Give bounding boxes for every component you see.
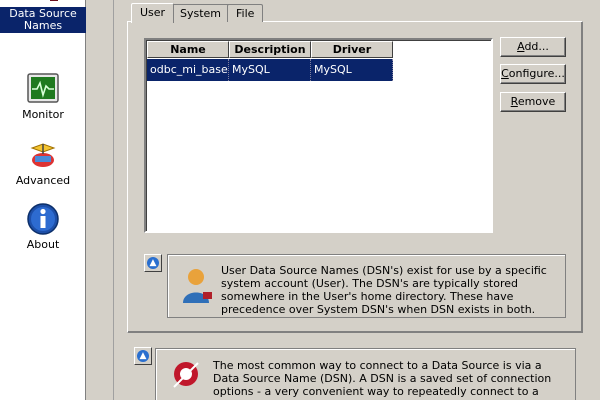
monitor-icon	[27, 73, 59, 103]
sidebar-item-label: About	[26, 238, 60, 251]
configure-mnemonic: C	[501, 67, 509, 80]
remove-mnemonic: R	[510, 95, 518, 108]
column-header-name[interactable]: Name	[147, 41, 229, 58]
cell-name: odbc_mi_base	[147, 59, 229, 81]
add-button[interactable]: Add...	[500, 37, 566, 57]
sidebar-item-about[interactable]: About	[0, 202, 86, 251]
plug-icon	[173, 362, 199, 388]
add-label: dd...	[524, 40, 549, 53]
column-header-description[interactable]: Description	[229, 41, 311, 58]
toggle-info-button[interactable]: ▲	[144, 254, 162, 272]
configure-label: onfigure...	[508, 67, 565, 80]
list-header: Name Description Driver	[147, 41, 393, 58]
toggle-general-info-button[interactable]: ▲	[134, 347, 152, 365]
cell-description: MySQL	[229, 59, 311, 81]
dsn-plug-icon	[50, 0, 58, 1]
sidebar-item-label: Advanced	[15, 174, 71, 187]
arrow-up-icon: ▲	[147, 257, 159, 269]
user-dsn-info-box: User Data Source Names (DSN's) exist for…	[167, 254, 566, 318]
general-info-text: The most common way to connect to a Data…	[213, 359, 552, 400]
sidebar: Data Source Names Monitor Advanced About	[0, 0, 86, 400]
cell-driver: MySQL	[311, 59, 393, 81]
tab-system[interactable]: System	[171, 4, 231, 22]
splitter[interactable]	[86, 0, 114, 400]
sidebar-item-label: Data Source Names	[0, 7, 86, 33]
sidebar-item-monitor[interactable]: Monitor	[0, 72, 86, 121]
configure-button[interactable]: Configure...	[500, 64, 566, 84]
sidebar-item-label: Monitor	[22, 108, 64, 121]
info-icon	[27, 203, 59, 235]
remove-label: emove	[517, 95, 556, 108]
arrow-up-icon: ▲	[137, 350, 149, 362]
general-info-box: The most common way to connect to a Data…	[155, 348, 576, 400]
list-item[interactable]: odbc_mi_base MySQL MySQL	[147, 59, 393, 81]
user-dsn-info-text: User Data Source Names (DSN's) exist for…	[221, 264, 547, 316]
column-header-driver[interactable]: Driver	[311, 41, 393, 58]
user-icon	[183, 269, 212, 303]
sidebar-item-advanced[interactable]: Advanced	[0, 138, 86, 187]
sidebar-item-data-source-names[interactable]: Data Source Names	[0, 0, 86, 33]
remove-button[interactable]: Remove	[500, 92, 566, 112]
advanced-icon	[30, 143, 56, 167]
tab-file[interactable]: File	[227, 4, 264, 22]
dsn-list[interactable]: Name Description Driver odbc_mi_base MyS…	[144, 38, 493, 233]
tab-user[interactable]: User	[131, 3, 175, 23]
